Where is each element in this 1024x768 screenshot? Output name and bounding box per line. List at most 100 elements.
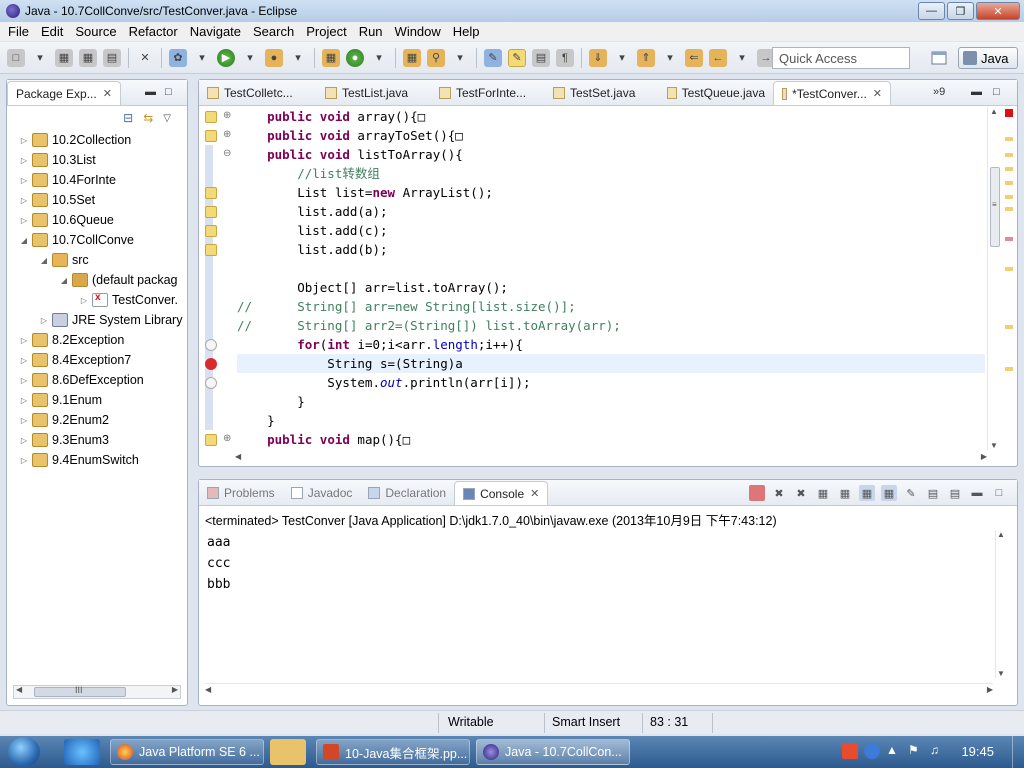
menu-search[interactable]: Search <box>247 24 300 39</box>
error-marker-icon[interactable] <box>205 377 217 389</box>
console-view-tab[interactable]: Problems <box>199 481 283 505</box>
quick-access-input[interactable]: Quick Access <box>772 47 910 69</box>
package-explorer-hscroll[interactable]: ◀ III ▶ <box>13 685 181 699</box>
tree-item[interactable]: ◢ 10.7CollConve <box>7 230 187 250</box>
code-line[interactable]: } <box>237 411 985 430</box>
dropdown-arrow-icon[interactable]: ▾ <box>370 49 388 67</box>
previous-annotation-icon[interactable]: ⇑ <box>637 48 655 67</box>
fold-toggle-icon[interactable]: ⊕ <box>223 110 231 121</box>
dropdown-arrow-icon[interactable]: ▾ <box>661 49 679 67</box>
expanded-arrow-icon[interactable]: ◢ <box>39 256 49 265</box>
show-console-stdout-icon[interactable]: ▦ <box>859 485 875 501</box>
warning-marker-icon[interactable] <box>205 206 217 218</box>
pin-console-icon[interactable]: ✎ <box>903 485 919 501</box>
minimize-view-icon[interactable]: ▬ <box>971 86 982 98</box>
collapsed-arrow-icon[interactable]: ▷ <box>19 376 29 385</box>
show-desktop-button[interactable] <box>1012 736 1024 768</box>
link-with-editor-icon[interactable]: ⇆ <box>143 111 153 125</box>
menu-run[interactable]: Run <box>353 24 389 39</box>
maximize-view-icon[interactable]: □ <box>993 86 1000 98</box>
dropdown-arrow-icon[interactable]: ▾ <box>613 49 631 67</box>
debug-icon[interactable]: ✿ <box>169 48 187 67</box>
editor-tab[interactable]: *TestConver... ✕ <box>773 81 891 105</box>
collapsed-arrow-icon[interactable]: ▷ <box>19 356 29 365</box>
code-line[interactable]: public void map(){□ <box>237 430 985 449</box>
console-view-tab[interactable]: Console ✕ <box>454 481 549 505</box>
taskbar-item-eclipse[interactable]: Java - 10.7CollCon... <box>476 739 630 765</box>
minimize-view-icon[interactable]: ▬ <box>969 485 985 501</box>
volume-icon[interactable]: ♫ <box>930 743 946 759</box>
collapsed-arrow-icon[interactable]: ▷ <box>39 316 49 325</box>
new-icon[interactable]: □ <box>7 48 25 67</box>
toggle-highlight-icon[interactable]: ✎ <box>508 48 526 67</box>
code-line[interactable]: list.add(b); <box>237 240 985 259</box>
collapsed-arrow-icon[interactable]: ▷ <box>19 136 29 145</box>
tree-item[interactable]: ▷ 8.4Exception7 <box>7 350 187 370</box>
tree-item[interactable]: ▷ 10.6Queue <box>7 210 187 230</box>
maximize-button[interactable]: ❐ <box>947 2 974 20</box>
code-area[interactable]: ⊕ ⊕ ⊖ ⊕ public void array(){□ public void a… <box>199 107 1017 450</box>
warning-marker-icon[interactable] <box>205 130 217 142</box>
dropdown-arrow-icon[interactable]: ▾ <box>733 49 751 67</box>
menu-window[interactable]: Window <box>389 24 447 39</box>
collapsed-arrow-icon[interactable]: ▷ <box>79 296 89 305</box>
network-icon[interactable]: ▲ <box>886 743 902 759</box>
close-view-icon[interactable]: ✕ <box>103 87 112 100</box>
editor-tab[interactable]: TestSet.java <box>545 81 659 105</box>
tree-item[interactable]: ▷ 9.4EnumSwitch <box>7 450 187 470</box>
remove-all-terminated-icon[interactable]: ✖ <box>793 485 809 501</box>
code-line[interactable]: public void arrayToSet(){□ <box>237 126 985 145</box>
start-button[interactable] <box>8 737 40 767</box>
code-line[interactable]: Object[] arr=list.toArray(); <box>237 278 985 297</box>
expanded-arrow-icon[interactable]: ◢ <box>19 236 29 245</box>
tree-item[interactable]: ▷ 8.2Exception <box>7 330 187 350</box>
warning-marker-icon[interactable] <box>205 111 217 123</box>
code-line[interactable]: // String[] arr2=(String[]) list.toArray… <box>237 316 985 335</box>
error-marker[interactable] <box>1005 109 1013 117</box>
tree-item[interactable]: ▷ 10.4ForInte <box>7 170 187 190</box>
tree-item[interactable]: ▷ JRE System Library <box>7 310 187 330</box>
terminate-icon[interactable] <box>749 485 765 501</box>
tree-item[interactable]: ▷ 10.3List <box>7 150 187 170</box>
code-line[interactable]: System.out.println(arr[i]); <box>237 373 985 392</box>
editor-tab[interactable]: TestList.java <box>317 81 431 105</box>
tree-item[interactable]: ▷ TestConver. <box>7 290 187 310</box>
code-line[interactable] <box>237 259 985 278</box>
view-menu-icon[interactable]: ▽ <box>163 113 171 124</box>
close-tab-icon[interactable]: ✕ <box>873 87 882 100</box>
help-icon[interactable] <box>864 743 880 759</box>
collapsed-arrow-icon[interactable]: ▷ <box>19 336 29 345</box>
next-annotation-icon[interactable]: ⇓ <box>589 48 607 67</box>
menu-source[interactable]: Source <box>69 24 122 39</box>
close-tab-icon[interactable]: ✕ <box>530 487 539 500</box>
taskbar-item-powerpoint[interactable]: 10-Java集合框架.pp... <box>316 739 470 765</box>
collapsed-arrow-icon[interactable]: ▷ <box>19 416 29 425</box>
input-method-icon[interactable] <box>842 743 858 759</box>
menu-help[interactable]: Help <box>447 24 486 39</box>
back-icon[interactable]: ← <box>709 48 727 67</box>
minimize-view-icon[interactable]: ▬ <box>145 86 156 98</box>
collapsed-arrow-icon[interactable]: ▷ <box>19 216 29 225</box>
tree-item[interactable]: ▷ 9.3Enum3 <box>7 430 187 450</box>
internet-explorer-icon[interactable] <box>64 739 100 765</box>
dropdown-arrow-icon[interactable]: ▾ <box>451 49 469 67</box>
tree-item[interactable]: ▷ 10.5Set <box>7 190 187 210</box>
display-selected-console-icon[interactable]: ▤ <box>925 485 941 501</box>
editor-hscroll[interactable]: ◀ ▶ <box>235 452 987 464</box>
dropdown-arrow-icon[interactable]: ▾ <box>289 49 307 67</box>
tree-item[interactable]: ▷ 10.2Collection <box>7 130 187 150</box>
error-marker-icon[interactable] <box>205 358 217 370</box>
code-line[interactable]: } <box>237 392 985 411</box>
search-icon[interactable]: ⚲ <box>427 48 445 67</box>
save-icon[interactable]: ▦ <box>55 48 73 67</box>
new-package-icon[interactable]: ● <box>346 48 364 67</box>
error-marker-icon[interactable] <box>205 339 217 351</box>
flag-icon[interactable]: ⚑ <box>908 743 924 759</box>
menu-refactor[interactable]: Refactor <box>123 24 184 39</box>
code-line[interactable]: for(int i=0;i<arr.length;i++){ <box>237 335 985 354</box>
open-console-icon[interactable]: ▤ <box>947 485 963 501</box>
fold-toggle-icon[interactable]: ⊖ <box>223 148 231 159</box>
editor-tab[interactable]: TestColletc... <box>199 81 317 105</box>
collapsed-arrow-icon[interactable]: ▷ <box>19 396 29 405</box>
warning-marker-icon[interactable] <box>205 225 217 237</box>
